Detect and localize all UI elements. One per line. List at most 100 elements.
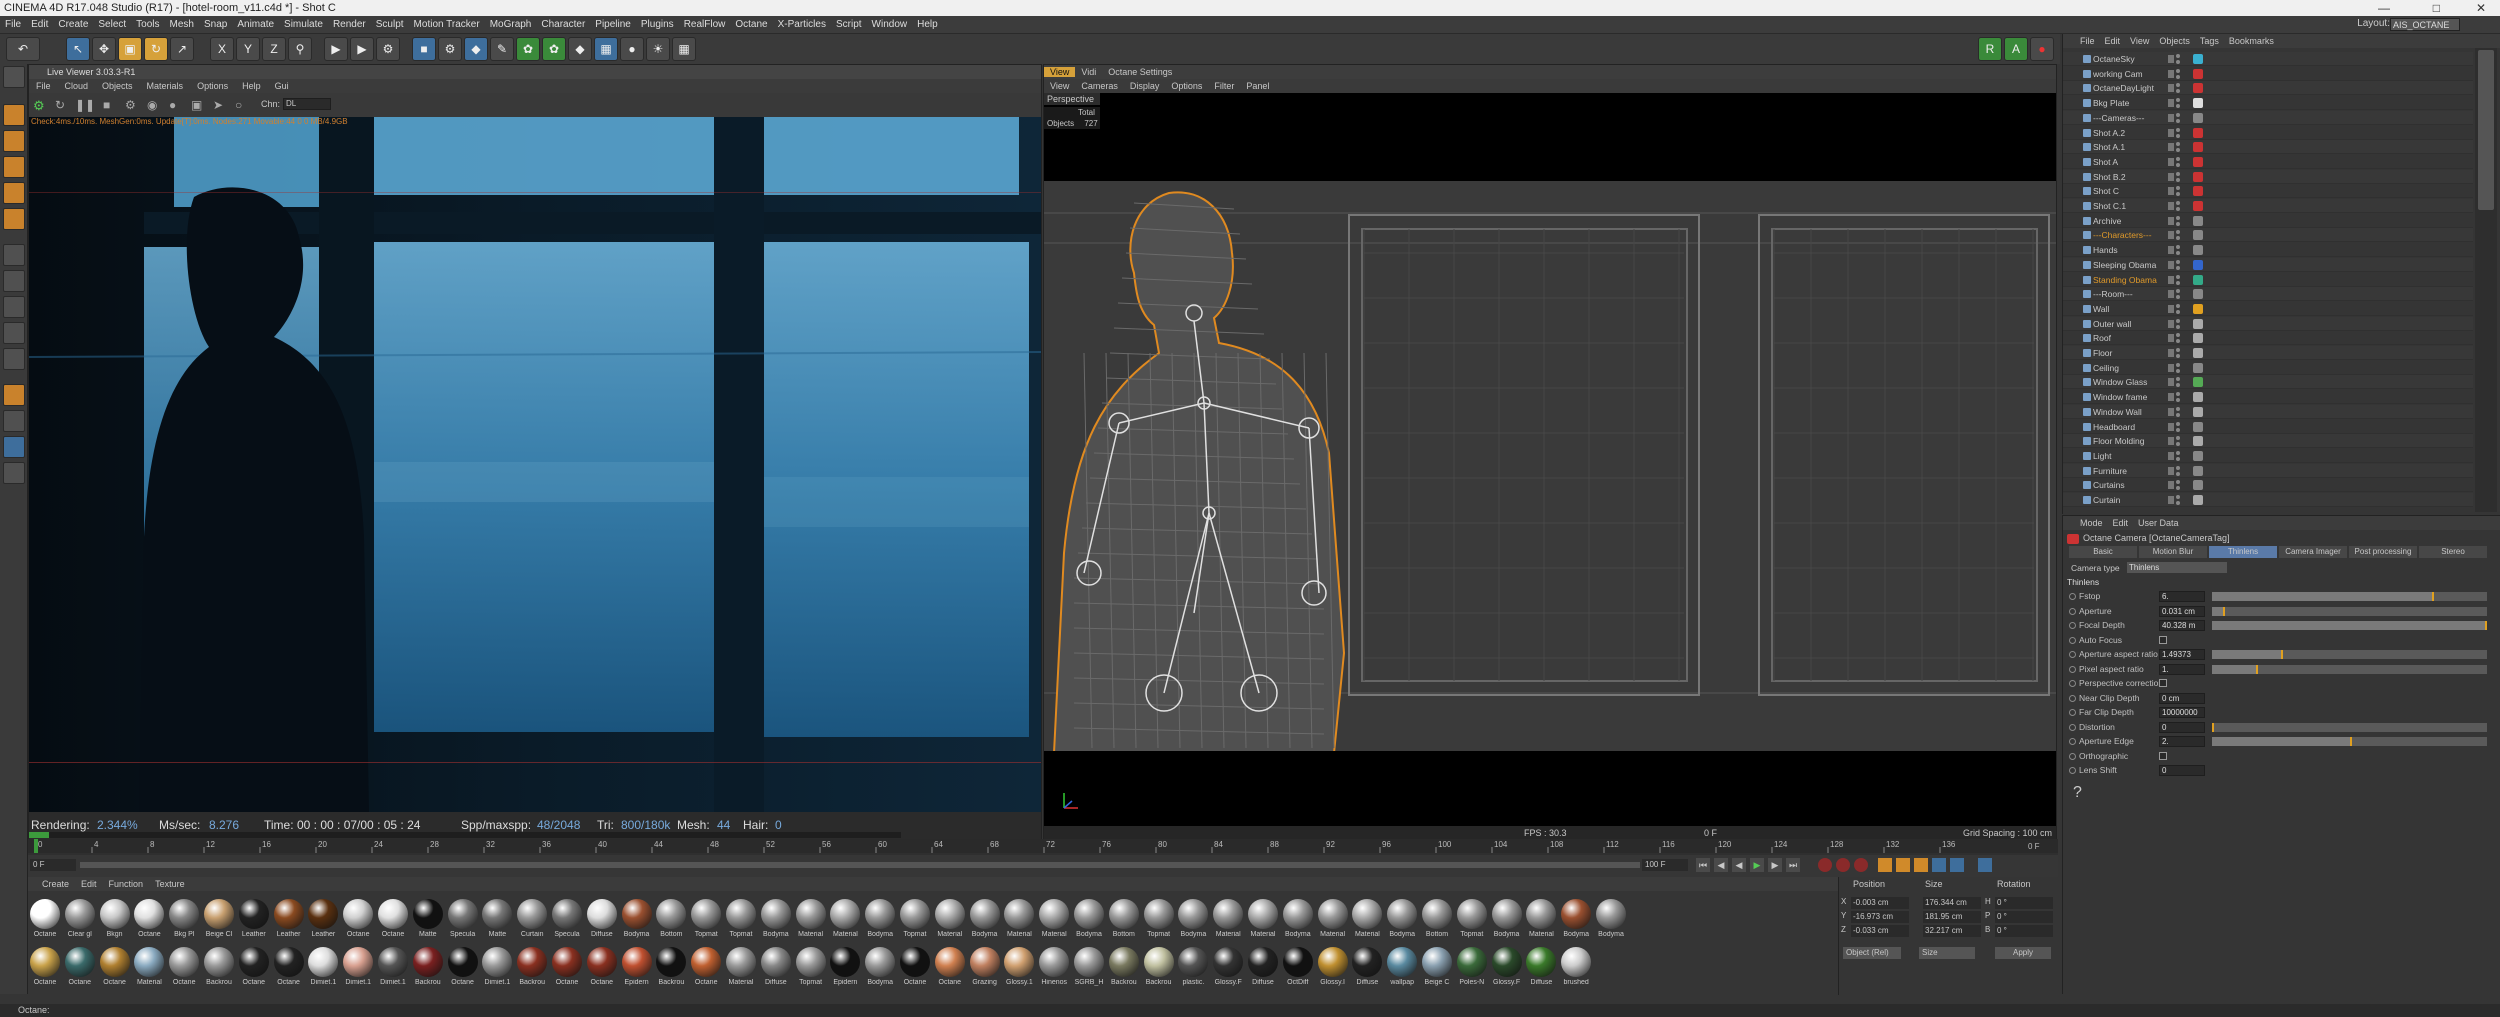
material-swatch[interactable]: OctDiff	[1281, 945, 1315, 991]
material-swatch[interactable]: Topmat	[1142, 897, 1176, 943]
attribute-menu-user-data[interactable]: User Data	[2133, 518, 2184, 528]
goto-end-icon[interactable]: ⏭	[1786, 858, 1800, 872]
object-row[interactable]: ---Cameras---	[2063, 110, 2473, 125]
material-swatch[interactable]: Bottom	[1107, 897, 1141, 943]
layer-icon[interactable]	[2168, 393, 2174, 402]
material-swatch[interactable]: Octane	[28, 897, 62, 943]
z-axis-lock-icon[interactable]: Z	[262, 37, 286, 61]
start-render-icon[interactable]: ⚙	[33, 98, 47, 113]
attribute-slider[interactable]	[2212, 737, 2487, 746]
coord-size-field[interactable]: 32.217 cm	[1923, 925, 1981, 937]
material-swatch[interactable]: Dimiet.1	[306, 945, 340, 991]
object-tag-icon[interactable]	[2193, 480, 2203, 491]
object-tag-icon[interactable]	[2193, 450, 2203, 461]
object-row[interactable]: Curtains	[2063, 478, 2473, 493]
render-visibility-icon[interactable]	[2176, 162, 2180, 167]
play-icon[interactable]: ▶	[1750, 858, 1764, 872]
material-swatch[interactable]: Grazing	[968, 945, 1002, 991]
editor-visibility-icon[interactable]	[2176, 68, 2180, 73]
material-swatch[interactable]: Specula	[446, 897, 480, 943]
material-swatch[interactable]: Octane	[689, 945, 723, 991]
scale-icon[interactable]: ▣	[118, 37, 142, 61]
param-key-icon[interactable]	[1932, 858, 1946, 872]
viewport-menu-filter[interactable]: Filter	[1208, 81, 1240, 91]
animate-toggle-icon[interactable]	[2069, 752, 2076, 760]
layer-icon[interactable]	[2168, 99, 2174, 108]
render-visibility-icon[interactable]	[2176, 280, 2180, 285]
menu-script[interactable]: Script	[831, 16, 867, 34]
material-swatch[interactable]: Poles-N	[1455, 945, 1489, 991]
material-swatch[interactable]: Octane	[63, 945, 97, 991]
object-tag-icon[interactable]	[2193, 245, 2203, 256]
attribute-value-field[interactable]: 10000000	[2159, 707, 2205, 718]
object-row[interactable]: Window Wall	[2063, 404, 2473, 419]
material-swatch[interactable]: Bodyma	[1594, 897, 1628, 943]
material-swatch[interactable]: Bottom	[654, 897, 688, 943]
cloner-icon[interactable]: ✿	[516, 37, 540, 61]
editor-visibility-icon[interactable]	[2176, 406, 2180, 411]
material-swatch[interactable]: Material	[1002, 897, 1036, 943]
viewport-tab-octane-settings[interactable]: Octane Settings	[1102, 67, 1178, 77]
editor-visibility-icon[interactable]	[2176, 303, 2180, 308]
menu-x-particles[interactable]: X-Particles	[773, 16, 831, 34]
object-tag-icon[interactable]	[2193, 377, 2203, 388]
render-visibility-icon[interactable]	[2176, 324, 2180, 329]
render-visibility-icon[interactable]	[2176, 295, 2180, 300]
editor-visibility-icon[interactable]	[2176, 215, 2180, 220]
prev-frame-icon[interactable]: ◀	[1732, 858, 1746, 872]
object-tag-icon[interactable]	[2193, 68, 2203, 79]
snap-icon[interactable]	[3, 270, 25, 292]
lock-icon[interactable]: ◉	[147, 98, 161, 112]
undo-button[interactable]: ↶	[6, 37, 40, 61]
object-tag-icon[interactable]	[2193, 348, 2203, 358]
material-swatch[interactable]: Octane	[132, 897, 166, 943]
attribute-value-field[interactable]: 0	[2159, 765, 2205, 776]
material-swatch[interactable]: Octane	[98, 945, 132, 991]
material-swatch[interactable]: Octane	[272, 945, 306, 991]
coord-position-field[interactable]: -0.033 cm	[1851, 925, 1909, 937]
layers-icon[interactable]	[3, 436, 25, 458]
layer-icon[interactable]	[2168, 496, 2174, 504]
object-row[interactable]: OctaneSky	[2063, 52, 2473, 66]
menu-mesh[interactable]: Mesh	[165, 16, 199, 34]
material-swatch[interactable]: Bodyma	[1072, 897, 1106, 943]
render-visibility-icon[interactable]	[2176, 192, 2180, 197]
material-swatch[interactable]: Octane	[28, 945, 62, 991]
object-row[interactable]: working Cam	[2063, 67, 2473, 81]
object-tag-icon[interactable]	[2193, 230, 2203, 241]
animate-toggle-icon[interactable]	[2069, 767, 2076, 774]
material-swatch[interactable]: Octane	[585, 945, 619, 991]
material-swatch[interactable]: Diffuse	[1524, 945, 1558, 991]
attribute-slider[interactable]	[2212, 722, 2487, 732]
live-viewer-menu-cloud[interactable]: Cloud	[58, 81, 96, 91]
editor-visibility-icon[interactable]	[2176, 245, 2180, 250]
material-swatch[interactable]: Glossy.1	[1002, 945, 1036, 991]
timeline-window-icon[interactable]	[1978, 858, 1992, 872]
close-icon[interactable]: ✕	[2476, 0, 2486, 16]
object-tag-icon[interactable]	[2193, 201, 2203, 211]
material-swatch[interactable]: Material	[1524, 897, 1558, 943]
quad-view-icon[interactable]	[3, 462, 25, 484]
layer-icon[interactable]	[2168, 231, 2174, 240]
attribute-value-field[interactable]: 40.328 m	[2159, 620, 2205, 631]
animate-toggle-icon[interactable]	[2069, 723, 2076, 731]
editor-visibility-icon[interactable]	[2176, 436, 2180, 441]
render-picture-viewer-icon[interactable]: ▶	[350, 37, 374, 61]
attribute-value-field[interactable]: 2.	[2159, 736, 2205, 747]
editor-visibility-icon[interactable]	[2176, 421, 2180, 426]
render-visibility-icon[interactable]	[2176, 427, 2180, 432]
realflow-icon[interactable]: R	[1978, 37, 2002, 61]
render-visibility-icon[interactable]	[2176, 398, 2180, 403]
editor-visibility-icon[interactable]	[2176, 450, 2180, 455]
pen-icon[interactable]: ✎	[490, 37, 514, 61]
animate-toggle-icon[interactable]	[2069, 607, 2076, 615]
points-mode-icon[interactable]	[3, 156, 25, 178]
object-row[interactable]: Wall	[2063, 302, 2473, 316]
editor-visibility-icon[interactable]	[2176, 201, 2180, 205]
layer-icon[interactable]	[2168, 84, 2174, 93]
material-swatch[interactable]: Topmat	[1455, 897, 1489, 943]
object-tag-icon[interactable]	[2193, 54, 2203, 64]
material-swatch[interactable]: Backrou	[202, 945, 236, 991]
cube-icon[interactable]: ■	[412, 37, 436, 61]
layer-icon[interactable]	[2168, 202, 2174, 210]
